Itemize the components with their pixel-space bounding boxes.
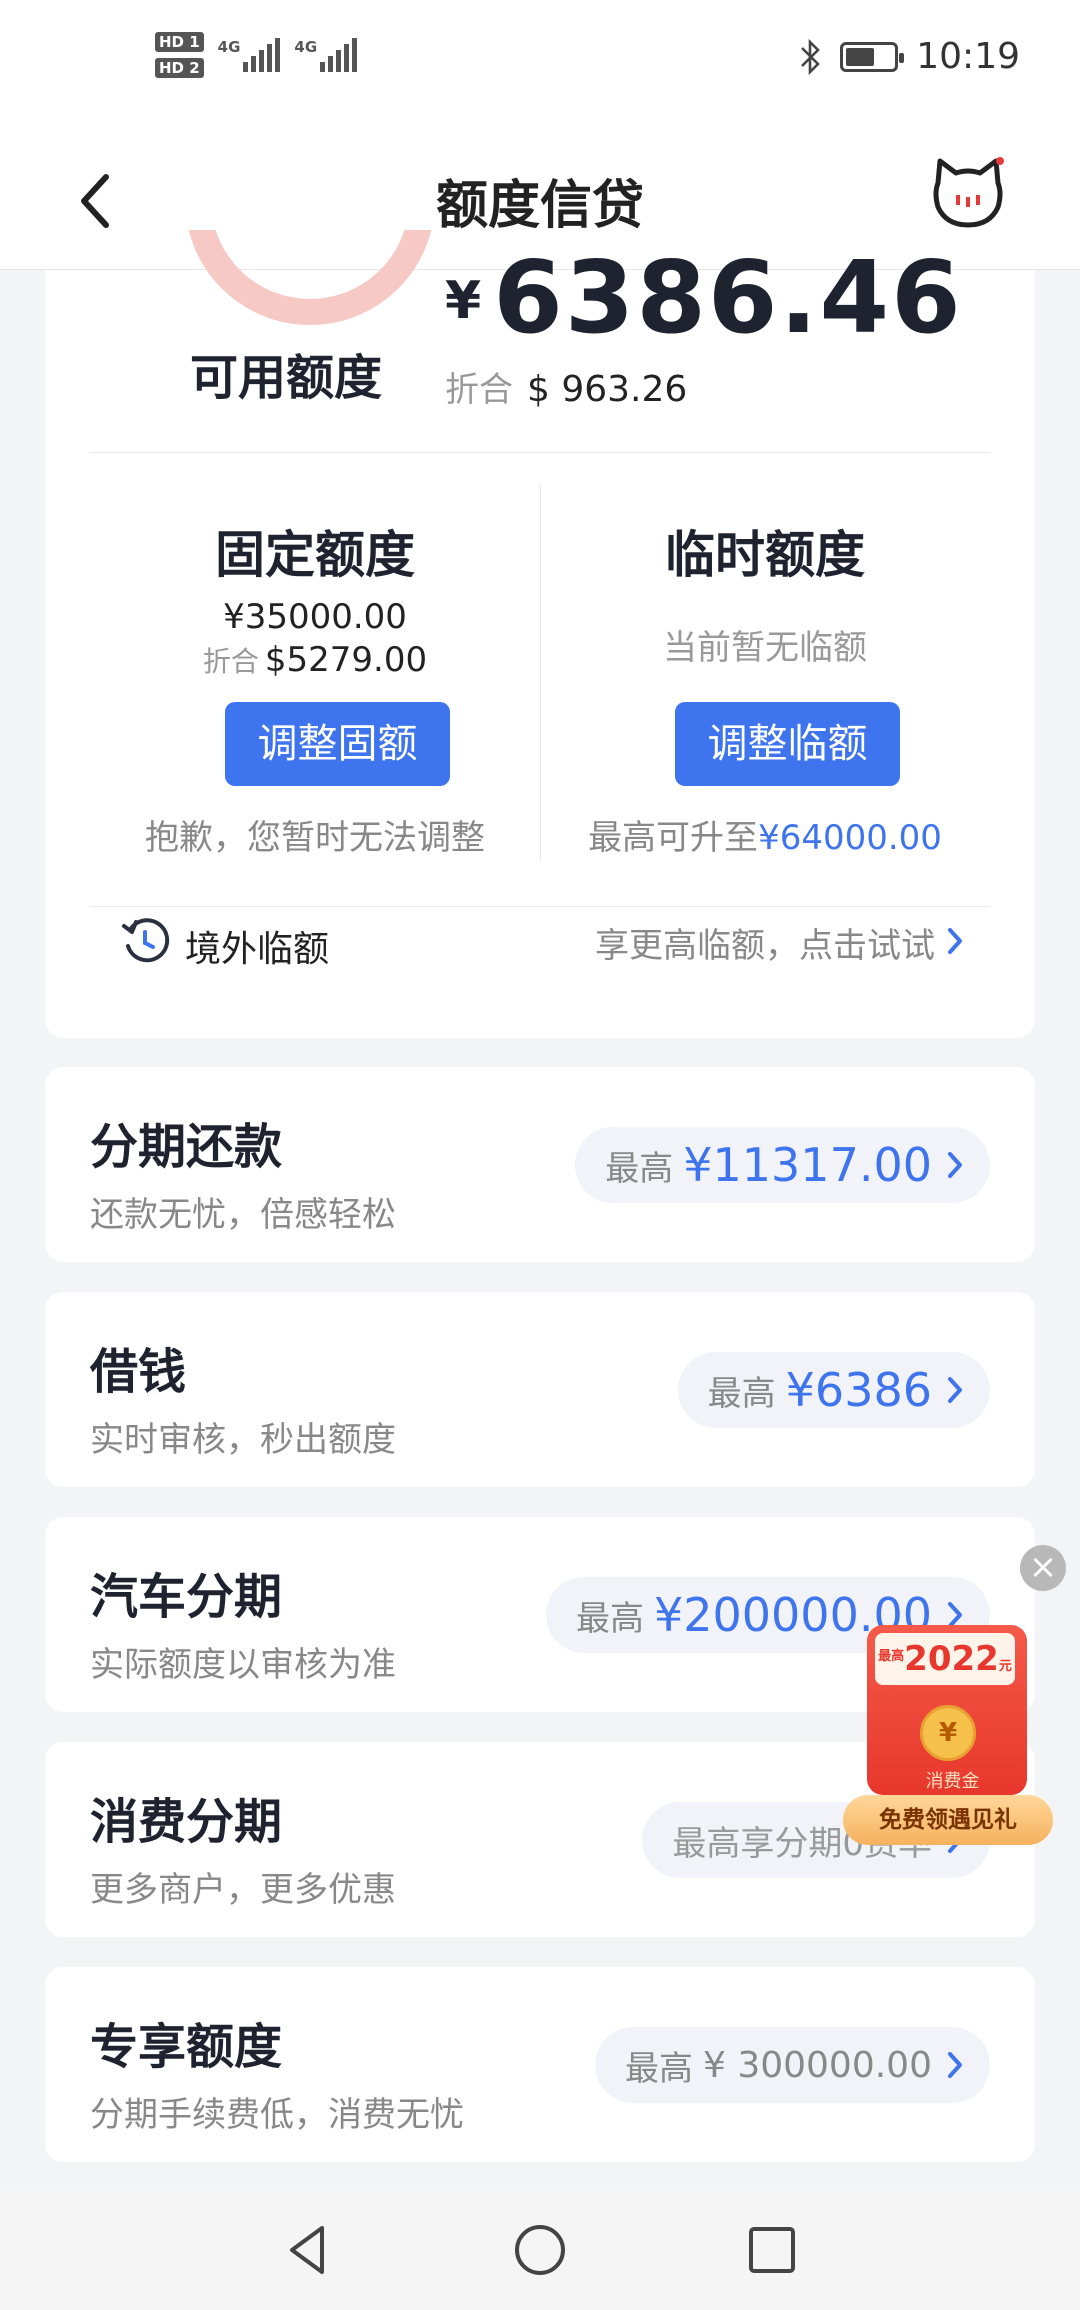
product-limit-pill[interactable]: 最高 ¥11317.00 xyxy=(575,1127,990,1203)
product-item-exclusive-credit[interactable]: 专享额度 分期手续费低，消费无忧 最高 ¥ 300000.00 xyxy=(45,1967,1035,2162)
fixed-credit-note: 抱歉，您暂时无法调整 xyxy=(145,818,485,858)
product-subtitle: 还款无忧，倍感轻松 xyxy=(90,1195,396,1235)
battery-icon xyxy=(840,41,905,72)
adjust-temporary-button[interactable]: 调整临额 xyxy=(675,702,900,786)
fixed-credit-amount: ¥35000.00 xyxy=(223,597,407,637)
product-limit-pill[interactable]: 最高 ¥6386 xyxy=(677,1352,990,1428)
clock-time: 10:19 xyxy=(916,36,1020,77)
signal-icon-2: 4G xyxy=(294,38,358,72)
product-subtitle: 分期手续费低，消费无忧 xyxy=(90,2095,464,2135)
nav-back-icon[interactable] xyxy=(278,2220,338,2280)
overseas-credit-link[interactable]: 享更高临额，点击试试 xyxy=(595,918,935,967)
product-limit-value: ¥ 300000.00 xyxy=(702,2044,932,2086)
floating-promo[interactable]: × 最高2022元 ¥ 消费金 免费领遇见礼 xyxy=(843,1545,1066,1845)
product-subtitle: 实际额度以审核为准 xyxy=(90,1645,396,1685)
product-subtitle: 更多商户，更多优惠 xyxy=(90,1870,396,1910)
credit-summary-card: 可用额度 ¥6386.46 折合 $ 963.26 固定额度 ¥35000.00 … xyxy=(45,230,1035,1038)
chevron-right-icon xyxy=(948,1152,962,1178)
product-item-borrow[interactable]: 借钱 实时审核，秒出额度 最高 ¥6386 xyxy=(45,1292,1035,1487)
product-title: 消费分期 xyxy=(90,1794,283,1850)
temporary-credit-title: 临时额度 xyxy=(665,526,865,584)
promo-gold-label: 消费金 xyxy=(925,1771,980,1792)
page-title: 额度信贷 xyxy=(435,176,644,236)
product-limit-value: ¥11317.00 xyxy=(683,1138,932,1192)
temporary-credit-status: 当前暂无临额 xyxy=(663,628,867,668)
status-bar: HD 1 HD 2 4G 4G 10:19 xyxy=(0,0,1080,125)
overseas-temporary-credit-row[interactable]: 境外临额 享更高临额，点击试试 xyxy=(45,910,1035,1000)
divider xyxy=(90,452,990,453)
product-item-installment-repayment[interactable]: 分期还款 还款无忧，倍感轻松 最高 ¥11317.00 xyxy=(45,1067,1035,1262)
product-subtitle: 实时审核，秒出额度 xyxy=(90,1420,396,1460)
overseas-credit-label: 境外临额 xyxy=(185,929,330,970)
promo-claim-button[interactable]: 免费领遇见礼 xyxy=(843,1795,1053,1845)
clock-icon xyxy=(122,918,170,963)
product-title: 专享额度 xyxy=(90,2019,283,2075)
available-credit-usd: 折合 $ 963.26 xyxy=(445,369,688,410)
network-indicators: HD 1 HD 2 4G 4G xyxy=(155,32,358,78)
adjust-fixed-button[interactable]: 调整固额 xyxy=(225,702,450,786)
hd2-icon: HD 2 xyxy=(155,58,204,78)
temporary-credit-note: 最高可升至¥64000.00 xyxy=(588,818,942,858)
bluetooth-icon xyxy=(801,38,821,75)
promo-amount: 最高2022元 xyxy=(875,1633,1015,1685)
fixed-credit-title: 固定额度 xyxy=(215,526,415,584)
credit-ring-chart xyxy=(185,230,435,330)
nav-recent-apps-icon[interactable] xyxy=(742,2220,802,2280)
product-title: 分期还款 xyxy=(90,1119,283,1175)
hd1-icon: HD 1 xyxy=(155,32,204,52)
available-credit-amount: ¥6386.46 xyxy=(445,239,963,356)
product-title: 汽车分期 xyxy=(90,1569,283,1625)
available-credit-label: 可用额度 xyxy=(190,350,383,406)
nav-home-icon[interactable] xyxy=(510,2220,570,2280)
product-limit-value: ¥6386 xyxy=(785,1363,932,1417)
coin-icon: ¥ xyxy=(920,1705,976,1761)
chevron-right-icon xyxy=(948,928,962,954)
close-icon[interactable]: × xyxy=(1020,1545,1066,1591)
chevron-right-icon xyxy=(948,1377,962,1403)
product-limit-pill[interactable]: 最高 ¥ 300000.00 xyxy=(594,2027,990,2103)
product-title: 借钱 xyxy=(90,1344,187,1400)
fixed-credit-usd: 折合 $5279.00 xyxy=(202,640,428,680)
chevron-right-icon xyxy=(948,2052,962,2078)
signal-icon-1: 4G xyxy=(218,38,281,72)
system-nav-bar xyxy=(0,2190,1080,2310)
mascot-cat-icon[interactable] xyxy=(928,153,1008,233)
divider xyxy=(90,906,990,907)
